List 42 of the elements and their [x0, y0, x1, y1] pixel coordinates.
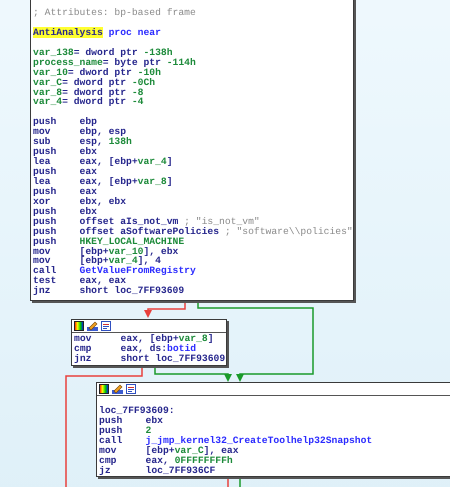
code-line: ; Attributes: bp-based frame	[33, 8, 197, 18]
code-line: mov eax, [ebp+var_8]	[74, 334, 215, 344]
code-line: var_C= dword ptr -0Ch	[33, 78, 156, 88]
code-line: mov ebp, esp	[33, 127, 126, 138]
list-icon[interactable]	[126, 384, 136, 394]
code-line: jnz short loc_7FF93609	[74, 354, 226, 364]
palette-icon[interactable]	[99, 384, 109, 394]
code-line: call j_jmp_kernel32_CreateToolhelp32Snapshot	[99, 436, 374, 446]
code-line: push ebx	[99, 416, 164, 426]
code-line: jnz short loc_7FF93609	[33, 286, 186, 296]
code-line: var_4= dword ptr -4	[33, 97, 144, 108]
code-line: cmp eax, 0FFFFFFFFh	[99, 456, 234, 466]
code-line: push 2	[99, 426, 152, 436]
code-line: AntiAnalysis proc near	[33, 28, 162, 38]
code-line: lea eax, [ebp+var_4]	[33, 157, 174, 167]
code-line: sub esp, 138h	[33, 137, 133, 148]
code-line: lea eax, [ebp+var_8]	[33, 176, 174, 187]
code-line: test eax, eax	[33, 276, 126, 286]
code-line: jz loc_7FF936CF	[99, 466, 216, 476]
code-line: loc_7FF93609:	[99, 406, 176, 416]
code-line: push offset aSoftwarePolicies ; "software\\policies"	[33, 226, 353, 237]
code-line: push ebx	[33, 147, 98, 158]
code-line: push eax	[33, 167, 98, 177]
palette-icon[interactable]	[74, 321, 84, 331]
code-line: mov [ebp+var_10], ebx	[33, 246, 180, 256]
code-line: mov [ebp+var_C], eax	[99, 446, 239, 456]
code-line: process_name= byte ptr -114h	[33, 58, 197, 68]
pencil-icon[interactable]	[87, 321, 98, 331]
code-line: push ebx	[33, 206, 97, 217]
code-line: push offset aIs_not_vm ; "is_not_vm"	[33, 216, 261, 227]
code-line: push ebp	[33, 117, 97, 128]
code-line: mov [ebp+var_4], 4	[33, 256, 161, 266]
code-line: var_10= dword ptr -10h	[33, 68, 162, 78]
code-line: push eax	[33, 186, 97, 197]
code-line: var_138= dword ptr -138h	[33, 48, 174, 58]
code-line: xor ebx, ebx	[33, 196, 128, 207]
code-line: cmp eax, ds:botid	[74, 344, 198, 354]
code-line: var_8= dword ptr -8	[33, 88, 144, 98]
list-icon[interactable]	[101, 321, 111, 331]
code-line: push HKEY_LOCAL_MACHINE	[33, 236, 186, 246]
pencil-icon[interactable]	[112, 384, 123, 394]
code-line: call GetValueFromRegistry	[33, 266, 197, 276]
